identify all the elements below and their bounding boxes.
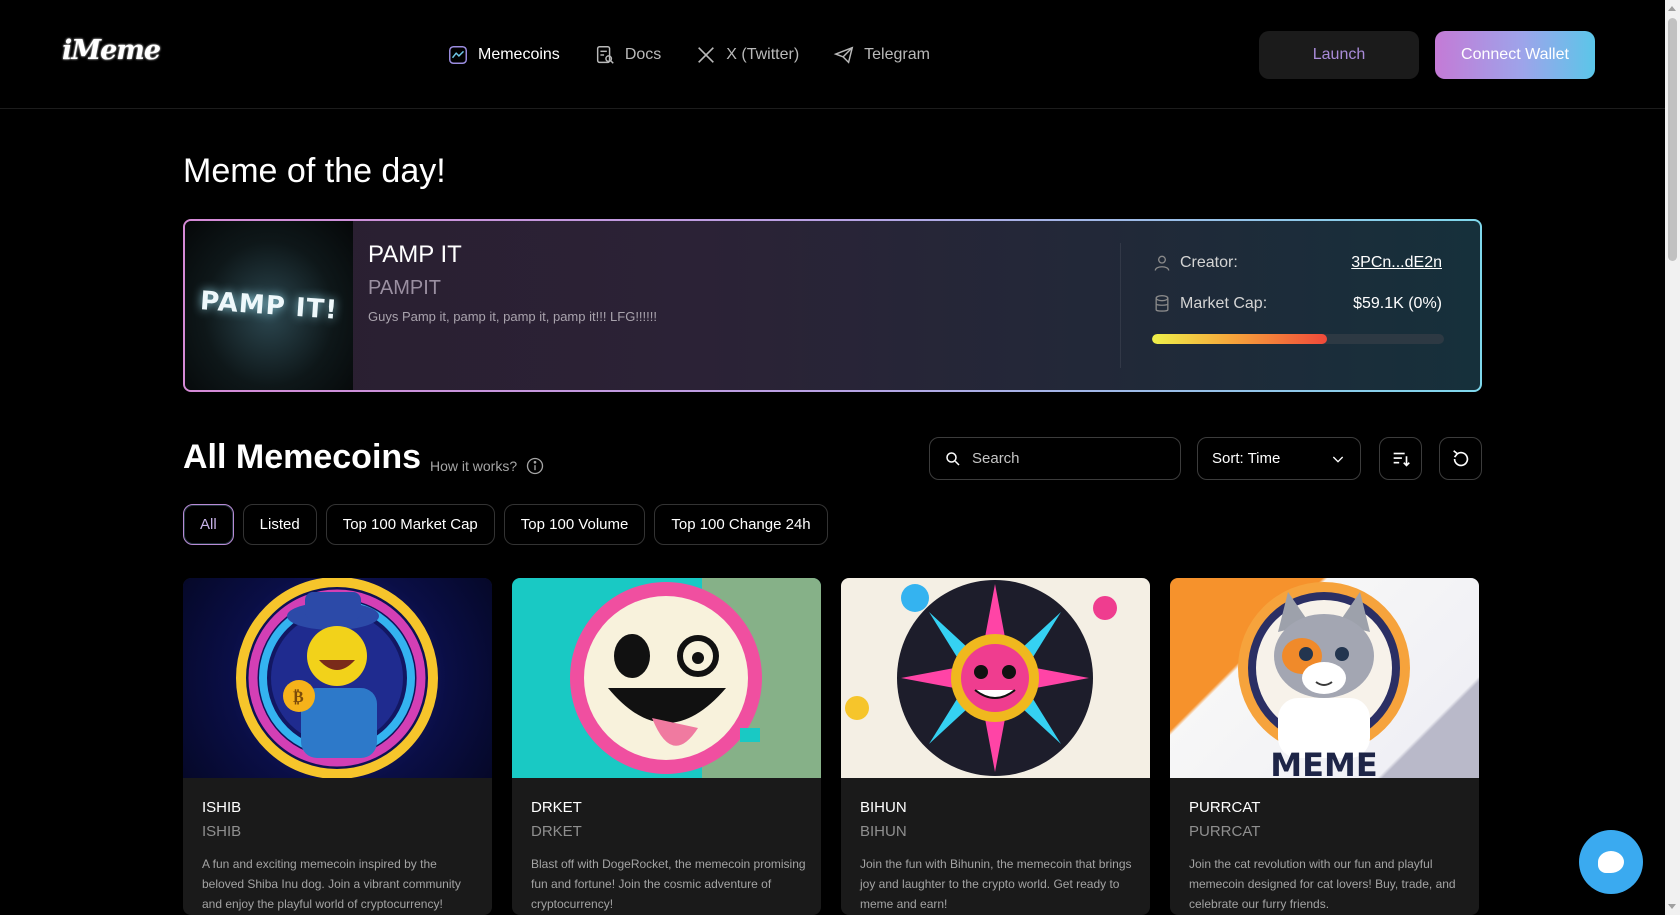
user-icon xyxy=(1154,255,1170,271)
nav-telegram-label: Telegram xyxy=(864,46,930,63)
memecoin-image: MEME xyxy=(1170,578,1479,778)
memecoin-image: ₿ xyxy=(183,578,492,778)
creator-row: Creator: xyxy=(1152,253,1238,273)
chart-icon xyxy=(449,46,467,64)
market-cap-value: $59.1K (0%) xyxy=(1353,295,1442,312)
docs-icon xyxy=(596,46,614,64)
nav-memecoins-label: Memecoins xyxy=(478,46,560,63)
scroll-down-arrow-icon[interactable] xyxy=(1668,904,1676,909)
market-cap-label: Market Cap: xyxy=(1180,295,1268,312)
sort-order-button[interactable] xyxy=(1379,437,1422,480)
psychedelic-sun-art-icon xyxy=(845,580,1117,776)
memecoin-image xyxy=(512,578,821,778)
card-ticker: PURRCAT xyxy=(1189,823,1261,840)
nav-memecoins[interactable]: Memecoins xyxy=(447,44,560,66)
svg-text:MEME: MEME xyxy=(1270,746,1377,778)
progress-fill xyxy=(1152,334,1328,344)
filter-top-change[interactable]: Top 100 Change 24h xyxy=(654,504,828,545)
memecoin-card[interactable]: ₿ ISHIB ISHIB A fun and exciting memecoi… xyxy=(183,578,492,915)
creator-address-link[interactable]: 3PCn...dE2n xyxy=(1351,254,1442,272)
top-navbar: iMeme Memecoins Docs X (Twitter) Telegra… xyxy=(0,0,1665,109)
creator-label: Creator: xyxy=(1180,254,1238,271)
card-description: A fun and exciting memecoin inspired by … xyxy=(202,857,461,911)
card-ticker: ISHIB xyxy=(202,823,242,840)
card-description: Blast off with DogeRocket, the memecoin … xyxy=(531,857,806,911)
memecoin-card[interactable]: DRKET DRKET Blast off with DogeRocket, t… xyxy=(512,578,821,915)
search-icon xyxy=(946,451,960,466)
chat-icon xyxy=(1598,851,1624,873)
featured-ticker: PAMPIT xyxy=(368,277,441,299)
launch-button[interactable]: Launch xyxy=(1259,31,1419,79)
refresh-button[interactable] xyxy=(1439,437,1482,480)
laughing-face-art-icon xyxy=(570,578,821,778)
filter-top-market-cap[interactable]: Top 100 Market Cap xyxy=(325,504,495,545)
nav-twitter[interactable]: X (Twitter) xyxy=(695,44,799,66)
card-name: ISHIB xyxy=(202,799,242,816)
scroll-up-arrow-icon[interactable] xyxy=(1668,6,1676,11)
nav-twitter-label: X (Twitter) xyxy=(726,46,800,63)
refresh-icon xyxy=(1452,449,1468,466)
sort-label: Sort: Time xyxy=(1212,450,1281,467)
info-icon xyxy=(526,457,544,475)
search-input[interactable] xyxy=(972,450,1152,467)
memecoin-card[interactable]: BIHUN BIHUN Join the fun with Bihunin, t… xyxy=(841,578,1150,915)
featured-card-body: PAMP IT! PAMP IT PAMPIT Guys Pamp it, pa… xyxy=(185,221,1480,390)
nav-docs[interactable]: Docs xyxy=(594,44,661,66)
featured-name: PAMP IT xyxy=(368,241,462,268)
page-scrollbar[interactable] xyxy=(1665,0,1680,915)
scroll-thumb[interactable] xyxy=(1668,18,1677,261)
filter-tabs: All Listed Top 100 Market Cap Top 100 Vo… xyxy=(183,504,828,545)
cat-art-icon: MEME xyxy=(1238,582,1410,778)
featured-image-art: PAMP IT! xyxy=(199,285,339,326)
filter-top-volume[interactable]: Top 100 Volume xyxy=(503,504,646,545)
sort-dropdown[interactable]: Sort: Time xyxy=(1197,437,1361,480)
meme-of-the-day-title: Meme of the day! xyxy=(183,152,446,190)
card-description: Join the fun with Bihunin, the memecoin … xyxy=(860,857,1132,911)
how-it-works-label: How it works? xyxy=(430,458,518,474)
chevron-down-icon xyxy=(1332,456,1344,463)
bonding-progress-bar xyxy=(1152,334,1444,344)
main-nav: Memecoins Docs X (Twitter) Telegram xyxy=(447,38,964,72)
how-it-works-link[interactable]: How it works? xyxy=(430,456,545,476)
featured-divider xyxy=(1120,243,1121,368)
logo-text: iMeme xyxy=(61,34,161,66)
search-field[interactable] xyxy=(929,437,1181,480)
card-ticker: DRKET xyxy=(531,823,582,840)
card-name: BIHUN xyxy=(860,799,907,816)
x-icon xyxy=(698,47,715,63)
all-memecoins-title: All Memecoins xyxy=(183,438,422,476)
connect-wallet-button[interactable]: Connect Wallet xyxy=(1435,31,1595,79)
sort-descending-icon xyxy=(1393,452,1410,467)
nav-telegram[interactable]: Telegram xyxy=(833,44,930,66)
filter-all[interactable]: All xyxy=(183,504,234,545)
market-cap-row: Market Cap: xyxy=(1152,294,1267,314)
featured-description: Guys Pamp it, pamp it, pamp it, pamp it!… xyxy=(368,309,657,324)
card-name: PURRCAT xyxy=(1189,799,1261,816)
featured-image: PAMP IT! xyxy=(185,221,353,390)
telegram-icon xyxy=(833,46,854,64)
card-ticker: BIHUN xyxy=(860,823,907,840)
filter-listed[interactable]: Listed xyxy=(242,504,317,545)
imeme-logo[interactable]: iMeme xyxy=(62,22,161,78)
memecoin-image xyxy=(841,578,1150,778)
nav-docs-label: Docs xyxy=(624,46,662,63)
memecoin-card[interactable]: MEME PURRCAT PURRCAT Join the cat revolu… xyxy=(1170,578,1479,915)
database-icon xyxy=(1155,295,1169,312)
featured-memecoin-card[interactable]: PAMP IT! PAMP IT PAMPIT Guys Pamp it, pa… xyxy=(183,219,1482,392)
svg-text:₿: ₿ xyxy=(293,687,304,706)
support-chat-button[interactable] xyxy=(1579,830,1643,894)
shiba-art-icon: ₿ xyxy=(236,578,438,778)
card-description: Join the cat revolution with our fun and… xyxy=(1189,857,1456,911)
card-name: DRKET xyxy=(531,799,582,816)
